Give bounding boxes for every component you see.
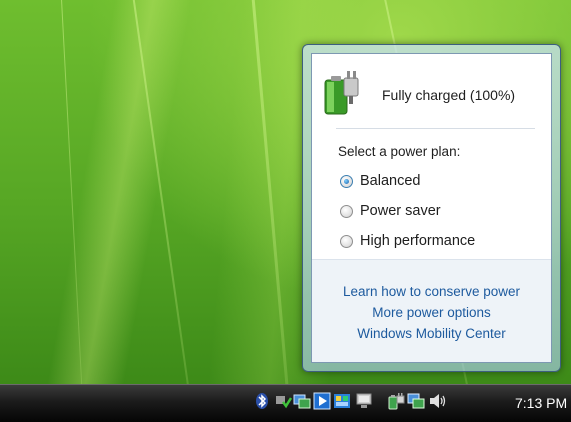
- bluetooth-icon[interactable]: [253, 392, 271, 410]
- plan-label-high-performance: High performance: [360, 233, 476, 249]
- battery-status-row: Fully charged (100%): [322, 68, 541, 118]
- network-icon[interactable]: [293, 392, 311, 410]
- mobility-center-link[interactable]: Windows Mobility Center: [312, 326, 551, 341]
- power-flyout-panel: Fully charged (100%) Select a power plan…: [311, 53, 552, 363]
- display-icon[interactable]: [355, 392, 373, 410]
- battery-plug-icon: [322, 68, 359, 115]
- radio-high-performance[interactable]: [340, 234, 353, 248]
- plan-option-high-performance[interactable]: High performance: [340, 231, 475, 251]
- media-player-icon[interactable]: [313, 392, 331, 410]
- volume-icon[interactable]: [428, 392, 446, 410]
- plan-option-balanced[interactable]: Balanced: [340, 171, 420, 191]
- taskbar-clock[interactable]: 7:13 PM: [515, 395, 567, 411]
- safely-remove-icon[interactable]: [274, 392, 293, 410]
- plan-label-power-saver: Power saver: [360, 203, 441, 219]
- radio-balanced[interactable]: [340, 174, 353, 188]
- radio-power-saver[interactable]: [340, 204, 353, 218]
- conserve-power-link[interactable]: Learn how to conserve power: [312, 284, 551, 299]
- more-power-options-link[interactable]: More power options: [312, 305, 551, 320]
- task-manager-icon[interactable]: [333, 392, 351, 410]
- power-icon[interactable]: [387, 392, 405, 410]
- network-connection-icon[interactable]: [407, 392, 425, 410]
- battery-status-text: Fully charged (100%): [382, 87, 516, 103]
- plan-label-balanced: Balanced: [360, 173, 421, 189]
- power-flyout: Fully charged (100%) Select a power plan…: [302, 44, 561, 372]
- divider: [336, 128, 535, 129]
- links-area: Learn how to conserve power More power o…: [312, 259, 551, 362]
- power-plan-heading: Select a power plan:: [338, 144, 461, 159]
- plan-option-power-saver[interactable]: Power saver: [340, 201, 441, 221]
